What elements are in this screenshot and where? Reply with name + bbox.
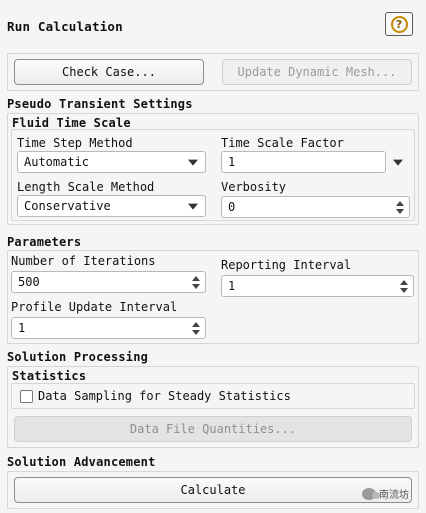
chevron-down-icon	[393, 159, 403, 166]
panel-title: Run Calculation	[7, 19, 123, 34]
spinner-arrows-icon[interactable]	[190, 320, 202, 336]
spinner-arrows-icon[interactable]	[190, 274, 202, 290]
solution-processing-title: Solution Processing	[7, 350, 149, 364]
spinner-arrows-icon[interactable]	[398, 278, 410, 294]
number-of-iterations-label: Number of Iterations	[11, 254, 156, 268]
statistics-title: Statistics	[12, 369, 87, 383]
parameters-title: Parameters	[7, 235, 82, 249]
calculate-button[interactable]: Calculate	[14, 477, 412, 503]
verbosity-label: Verbosity	[221, 180, 287, 194]
data-file-quantities-button[interactable]: Data File Quantities...	[14, 416, 412, 442]
check-case-button[interactable]: Check Case...	[14, 59, 204, 85]
chevron-down-icon	[188, 203, 198, 210]
solution-advancement-title: Solution Advancement	[7, 455, 156, 469]
length-scale-method-label: Length Scale Method	[17, 180, 155, 194]
verbosity-value: 0	[228, 200, 236, 214]
help-icon: ?	[390, 15, 408, 33]
time-step-method-select[interactable]: Automatic	[17, 151, 206, 173]
profile-update-interval-value: 1	[18, 321, 26, 335]
time-step-method-label: Time Step Method	[17, 136, 133, 150]
reporting-interval-value: 1	[228, 279, 236, 293]
length-scale-method-select[interactable]: Conservative	[17, 195, 206, 217]
time-scale-factor-value: 1	[228, 155, 236, 169]
time-scale-factor-input[interactable]: 1	[221, 151, 386, 173]
time-scale-factor-label: Time Scale Factor	[221, 136, 344, 150]
update-dynamic-mesh-button[interactable]: Update Dynamic Mesh...	[222, 59, 412, 85]
fluid-time-scale-title: Fluid Time Scale	[12, 116, 131, 130]
data-sampling-label: Data Sampling for Steady Statistics	[38, 389, 291, 403]
number-of-iterations-value: 500	[18, 275, 40, 289]
verbosity-spinner[interactable]: 0	[221, 196, 410, 218]
spinner-arrows-icon[interactable]	[394, 199, 406, 215]
profile-update-interval-label: Profile Update Interval	[11, 300, 178, 314]
pseudo-transient-settings-title: Pseudo Transient Settings	[7, 97, 193, 111]
reporting-interval-spinner[interactable]: 1	[221, 275, 414, 297]
watermark: 南流坊	[362, 486, 409, 501]
chevron-down-icon	[188, 159, 198, 166]
number-of-iterations-spinner[interactable]: 500	[11, 271, 206, 293]
reporting-interval-label: Reporting Interval	[221, 258, 352, 272]
length-scale-method-value: Conservative	[24, 199, 111, 213]
help-button[interactable]: ?	[385, 12, 413, 36]
profile-update-interval-spinner[interactable]: 1	[11, 317, 206, 339]
data-sampling-checkbox[interactable]	[20, 390, 33, 403]
time-step-method-value: Automatic	[24, 155, 90, 169]
time-scale-factor-dropdown[interactable]	[392, 151, 404, 173]
watermark-text: 南流坊	[379, 490, 409, 501]
chat-logo-icon	[362, 487, 380, 500]
